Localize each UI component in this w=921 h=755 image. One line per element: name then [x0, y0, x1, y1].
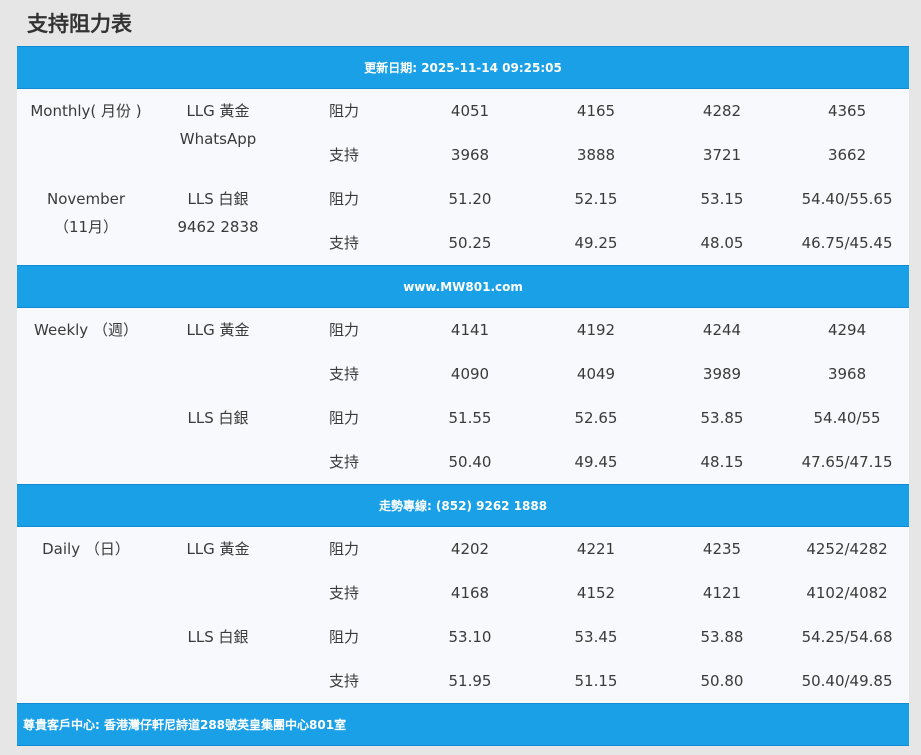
- hotline-text: 走勢專線: (852) 9262 1888: [17, 484, 910, 527]
- daily-lls-label: LLS 白銀: [187, 628, 249, 646]
- value-cell: 50.40: [448, 453, 492, 471]
- updated-date-text: 更新日期: 2025-11-14 09:25:05: [17, 46, 910, 89]
- value-cell: 47.65/47.15: [801, 453, 893, 471]
- value-cell: 3968: [450, 146, 490, 164]
- daily-period-label: Daily （日）: [42, 540, 130, 558]
- weekly-lls-label: LLS 白銀: [187, 409, 249, 427]
- value-cell: 51.95: [448, 672, 492, 690]
- value-cell: 53.10: [448, 628, 492, 646]
- value-cell: 52.65: [574, 409, 618, 427]
- value-cell: 4252/4282: [806, 540, 888, 558]
- value-cell: 51.15: [574, 672, 618, 690]
- weekly-llg-resistance-row: Weekly （週） LLG 黃金 阻力 4141 4192 4244 4294: [17, 308, 909, 353]
- support-label: 支持: [328, 453, 359, 471]
- value-cell: 48.05: [700, 234, 744, 252]
- value-cell: 4152: [576, 584, 616, 602]
- address-text: 尊貴客戶中心: 香港灣仔軒尼詩道288號英皇集團中心801室: [17, 703, 910, 746]
- value-cell: 53.85: [700, 409, 744, 427]
- value-cell: 4365: [827, 102, 867, 120]
- resistance-label: 阻力: [328, 628, 359, 646]
- value-cell: 54.40/55: [813, 409, 881, 427]
- value-cell: 50.25: [448, 234, 492, 252]
- value-cell: 4202: [450, 540, 490, 558]
- value-cell: 4294: [827, 321, 867, 339]
- value-cell: 49.45: [574, 453, 618, 471]
- value-cell: 54.40/55.65: [801, 190, 893, 208]
- updated-banner: 更新日期: 2025-11-14 09:25:05: [17, 46, 910, 89]
- monthly-month-cell: November （11月）: [17, 177, 155, 266]
- monthly-llg-label: LLG 黃金: [186, 102, 250, 120]
- value-cell: 48.15: [700, 453, 744, 471]
- support-label: 支持: [328, 672, 359, 690]
- resistance-label: 阻力: [328, 540, 359, 558]
- daily-llg-label: LLG 黃金: [186, 540, 250, 558]
- value-cell: 3968: [827, 365, 867, 383]
- weekly-llg-label: LLG 黃金: [186, 321, 250, 339]
- value-cell: 54.25/54.68: [801, 628, 893, 646]
- monthly-month-cn-label: （11月）: [53, 218, 119, 236]
- monthly-month-label: November: [46, 190, 126, 208]
- value-cell: 51.20: [448, 190, 492, 208]
- value-cell: 4282: [702, 102, 742, 120]
- monthly-period-cell: Monthly( 月份 ): [17, 89, 155, 178]
- support-resistance-table: 更新日期: 2025-11-14 09:25:05 Monthly( 月份 ) …: [17, 46, 910, 746]
- daily-llg-cell: LLG 黃金: [155, 527, 281, 616]
- value-cell: 4090: [450, 365, 490, 383]
- weekly-period-label: Weekly （週）: [34, 321, 138, 339]
- phone-number-label: 9462 2838: [177, 218, 259, 236]
- resistance-label: 阻力: [328, 102, 359, 120]
- support-label: 支持: [328, 584, 359, 602]
- daily-period-cell: Daily （日）: [17, 527, 155, 704]
- value-cell: 53.45: [574, 628, 618, 646]
- value-cell: 4102/4082: [806, 584, 888, 602]
- monthly-llg-resistance-row: Monthly( 月份 ) LLG 黃金 WhatsApp 阻力 4051 41…: [17, 89, 909, 148]
- value-cell: 50.40/49.85: [801, 672, 893, 690]
- value-cell: 4141: [450, 321, 490, 339]
- weekly-lls-cell: LLS 白銀: [155, 396, 281, 485]
- value-cell: 4192: [576, 321, 616, 339]
- resistance-label: 阻力: [328, 409, 359, 427]
- resistance-label: 阻力: [328, 321, 359, 339]
- value-cell: 3721: [702, 146, 742, 164]
- value-cell: 3888: [576, 146, 616, 164]
- value-cell: 4235: [702, 540, 742, 558]
- value-cell: 4168: [450, 584, 490, 602]
- value-cell: 4121: [702, 584, 742, 602]
- website-banner: www.MW801.com: [17, 265, 910, 308]
- resistance-label: 阻力: [328, 190, 359, 208]
- value-cell: 4165: [576, 102, 616, 120]
- address-banner: 尊貴客戶中心: 香港灣仔軒尼詩道288號英皇集團中心801室: [17, 703, 910, 746]
- monthly-llg-cell: LLG 黃金 WhatsApp: [155, 89, 281, 178]
- daily-lls-cell: LLS 白銀: [155, 615, 281, 704]
- support-label: 支持: [328, 146, 359, 164]
- whatsapp-label: WhatsApp: [179, 130, 257, 148]
- value-cell: 53.15: [700, 190, 744, 208]
- website-link[interactable]: www.MW801.com: [17, 265, 910, 308]
- value-cell: 51.55: [448, 409, 492, 427]
- monthly-period-label: Monthly( 月份 ): [30, 102, 142, 120]
- value-cell: 53.88: [700, 628, 744, 646]
- value-cell: 3662: [827, 146, 867, 164]
- page-title: 支持阻力表: [27, 12, 132, 36]
- support-label: 支持: [328, 365, 359, 383]
- weekly-period-cell: Weekly （週）: [17, 308, 155, 485]
- value-cell: 52.15: [574, 190, 618, 208]
- value-cell: 46.75/45.45: [801, 234, 893, 252]
- hotline-banner: 走勢專線: (852) 9262 1888: [17, 484, 910, 527]
- weekly-llg-cell: LLG 黃金: [155, 308, 281, 397]
- value-cell: 49.25: [574, 234, 618, 252]
- value-cell: 4049: [576, 365, 616, 383]
- monthly-lls-label: LLS 白銀: [187, 190, 249, 208]
- value-cell: 3989: [702, 365, 742, 383]
- support-label: 支持: [328, 234, 359, 252]
- monthly-lls-cell: LLS 白銀 9462 2838: [155, 177, 281, 266]
- value-cell: 4221: [576, 540, 616, 558]
- value-cell: 50.80: [700, 672, 744, 690]
- value-cell: 4051: [450, 102, 490, 120]
- monthly-lls-resistance-row: November （11月） LLS 白銀 9462 2838 阻力 51.20…: [17, 177, 909, 236]
- daily-llg-resistance-row: Daily （日） LLG 黃金 阻力 4202 4221 4235 4252/…: [17, 527, 909, 572]
- value-cell: 4244: [702, 321, 742, 339]
- support-resistance-board: 更新日期: 2025-11-14 09:25:05 Monthly( 月份 ) …: [17, 46, 910, 746]
